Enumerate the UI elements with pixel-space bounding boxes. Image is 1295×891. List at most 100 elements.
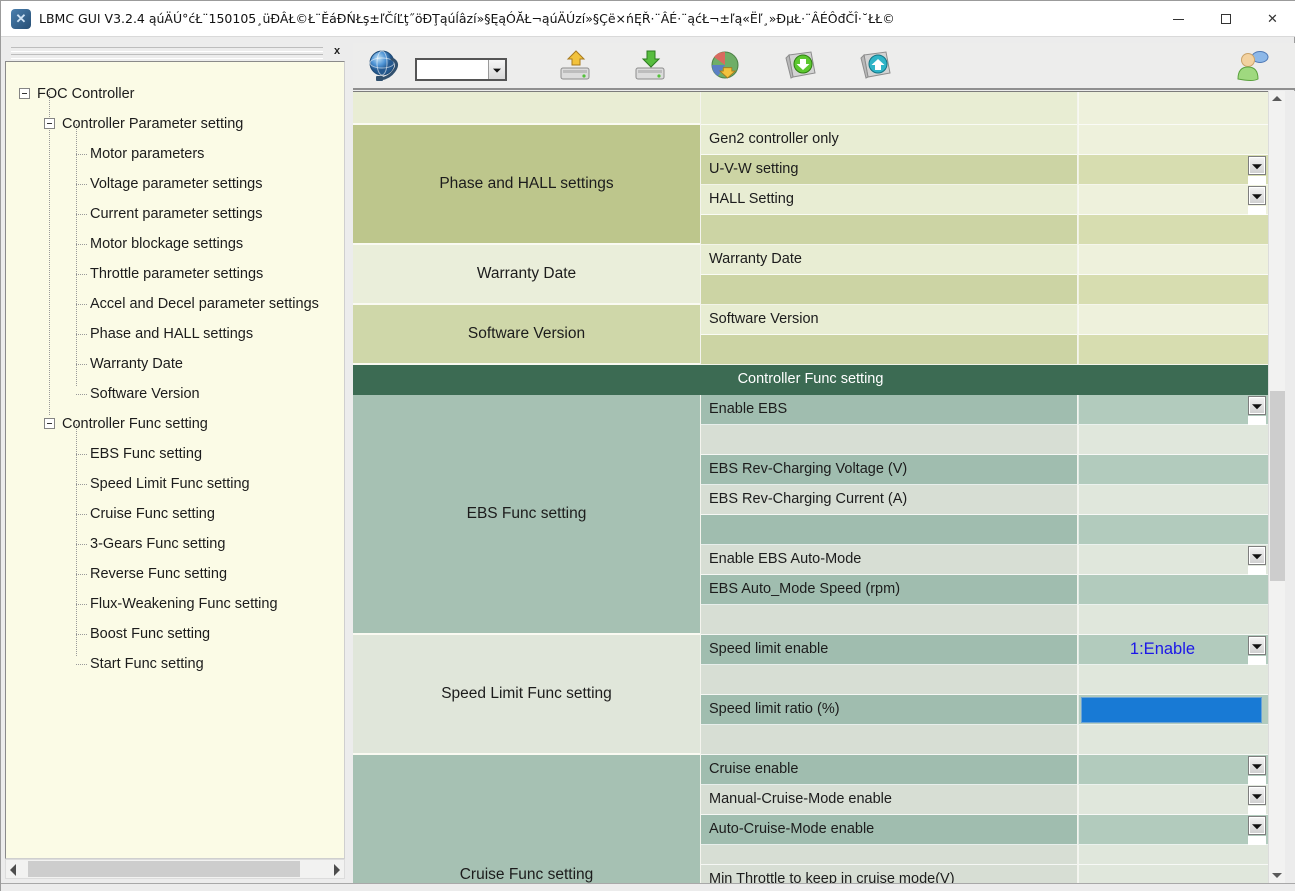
tree-item-motor-parameters[interactable]: Motor parameters (90, 143, 204, 165)
param-value-cell[interactable] (1078, 92, 1268, 125)
table-row (701, 845, 1268, 865)
category-cell (353, 92, 700, 125)
speed-limit-ratio-input[interactable] (1081, 697, 1262, 723)
device-download-icon[interactable] (633, 49, 669, 83)
tree-item-throttle-parameters[interactable]: Throttle parameter settings (90, 263, 263, 285)
pane-gripper[interactable] (11, 47, 323, 57)
maximize-button[interactable] (1202, 1, 1249, 37)
param-label (701, 335, 1077, 365)
param-value-cell[interactable] (1078, 725, 1268, 755)
param-label: EBS Rev-Charging Voltage (V) (701, 455, 1077, 485)
tree-item-software-version[interactable]: Software Version (90, 383, 200, 405)
disk-download-icon[interactable] (783, 49, 819, 83)
param-value-cell[interactable] (1078, 755, 1268, 785)
category-cell-ebs: EBS Func setting (353, 395, 700, 635)
dropdown-button[interactable] (1248, 786, 1266, 805)
tree-item-current-parameters[interactable]: Current parameter settings (90, 203, 262, 225)
app-icon: ✕ (11, 9, 31, 29)
scroll-up-icon[interactable] (1272, 96, 1282, 101)
pane-close-icon[interactable]: x (329, 43, 345, 59)
table-row: Gen2 controller only (701, 125, 1268, 155)
tree-item-phase-hall[interactable]: Phase and HALL settings (90, 323, 253, 345)
param-value-cell[interactable] (1078, 575, 1268, 605)
table-row: Cruise enable (701, 755, 1268, 785)
scroll-down-icon[interactable] (1272, 873, 1282, 878)
param-value-cell[interactable] (1078, 545, 1268, 575)
user-message-icon[interactable] (1233, 49, 1269, 83)
tree-stub (76, 214, 87, 215)
param-value-cell[interactable] (1078, 425, 1268, 455)
tree-collapse-icon[interactable] (19, 88, 30, 99)
chevron-down-icon (1252, 554, 1262, 559)
param-value-cell[interactable] (1078, 665, 1268, 695)
tree-item-ebs-func[interactable]: EBS Func setting (90, 443, 202, 465)
param-value-enabled[interactable]: 1:Enable (1078, 635, 1268, 665)
tree-item-accel-decel[interactable]: Accel and Decel parameter settings (90, 293, 319, 315)
tree-stub (76, 244, 87, 245)
tree-item-reverse-func[interactable]: Reverse Func setting (90, 563, 227, 585)
param-value-cell[interactable] (1078, 785, 1268, 815)
dropdown-button[interactable] (1248, 636, 1266, 655)
param-value-cell[interactable] (1078, 215, 1268, 245)
param-value-cell[interactable] (1078, 815, 1268, 845)
param-value-cell[interactable] (1078, 305, 1268, 335)
tree-item-speed-limit-func[interactable]: Speed Limit Func setting (90, 473, 250, 495)
tree-item-3gears-func[interactable]: 3-Gears Func setting (90, 533, 225, 555)
disk-upload-icon[interactable] (858, 49, 894, 83)
dropdown-button[interactable] (1248, 186, 1266, 205)
table-vertical-scrollbar[interactable] (1268, 91, 1285, 883)
chevron-down-icon (1252, 794, 1262, 799)
tree-item-flux-weakening-func[interactable]: Flux-Weakening Func setting (90, 593, 278, 615)
param-label: EBS Rev-Charging Current (A) (701, 485, 1077, 515)
param-value-cell[interactable] (1078, 275, 1268, 305)
tree-item-warranty-date[interactable]: Warranty Date (90, 353, 183, 375)
param-value-cell[interactable] (1078, 125, 1268, 155)
connect-icon[interactable] (367, 49, 403, 83)
param-label: U-V-W setting (701, 155, 1077, 185)
dropdown-button[interactable] (1248, 816, 1266, 835)
tree-item-motor-blockage[interactable]: Motor blockage settings (90, 233, 243, 255)
tree-group-parameter-setting[interactable]: Controller Parameter setting (62, 113, 243, 135)
param-value-cell[interactable] (1078, 515, 1268, 545)
combo-dropdown-button[interactable] (488, 60, 505, 79)
tree-horizontal-scrollbar[interactable] (5, 859, 345, 879)
param-value-cell[interactable] (1078, 155, 1268, 185)
window-bottom-edge (1, 883, 1295, 891)
combo-input[interactable] (417, 60, 488, 79)
param-value-cell[interactable] (1078, 865, 1268, 883)
table-row: Manual-Cruise-Mode enable (701, 785, 1268, 815)
param-label: Enable EBS Auto-Mode (701, 545, 1077, 575)
table-row: EBS Rev-Charging Current (A) (701, 485, 1268, 515)
param-value-cell[interactable] (1078, 395, 1268, 425)
param-value-cell[interactable] (1078, 485, 1268, 515)
param-value-cell[interactable] (1078, 245, 1268, 275)
device-upload-icon[interactable] (558, 49, 594, 83)
toolbar-combobox[interactable] (415, 58, 507, 81)
param-label: Speed limit enable (701, 635, 1077, 665)
close-button[interactable]: ✕ (1249, 1, 1295, 37)
param-value-cell[interactable] (1078, 455, 1268, 485)
param-value-cell[interactable] (1078, 605, 1268, 635)
scrollbar-thumb[interactable] (28, 861, 300, 877)
tree-item-voltage-parameters[interactable]: Voltage parameter settings (90, 173, 263, 195)
tree-group-func-setting[interactable]: Controller Func setting (62, 413, 208, 435)
scrollbar-thumb[interactable] (1270, 391, 1285, 581)
tree-root[interactable]: FOC Controller (37, 83, 135, 105)
dropdown-button[interactable] (1248, 396, 1266, 415)
tree-item-boost-func[interactable]: Boost Func setting (90, 623, 210, 645)
tree-item-start-func[interactable]: Start Func setting (90, 653, 204, 675)
dropdown-button[interactable] (1248, 756, 1266, 775)
param-value-cell[interactable] (1078, 335, 1268, 365)
scroll-left-icon[interactable] (10, 864, 16, 876)
tree-item-cruise-func[interactable]: Cruise Func setting (90, 503, 215, 525)
dropdown-button[interactable] (1248, 156, 1266, 175)
tree-collapse-icon[interactable] (44, 118, 55, 129)
dropdown-button[interactable] (1248, 546, 1266, 565)
param-value-cell[interactable] (1078, 185, 1268, 215)
param-value-cell[interactable] (1078, 845, 1268, 865)
param-label: Enable EBS (701, 395, 1077, 425)
tree-collapse-icon[interactable] (44, 418, 55, 429)
color-config-icon[interactable] (708, 49, 744, 83)
scroll-right-icon[interactable] (334, 864, 340, 876)
minimize-button[interactable] (1155, 1, 1202, 37)
